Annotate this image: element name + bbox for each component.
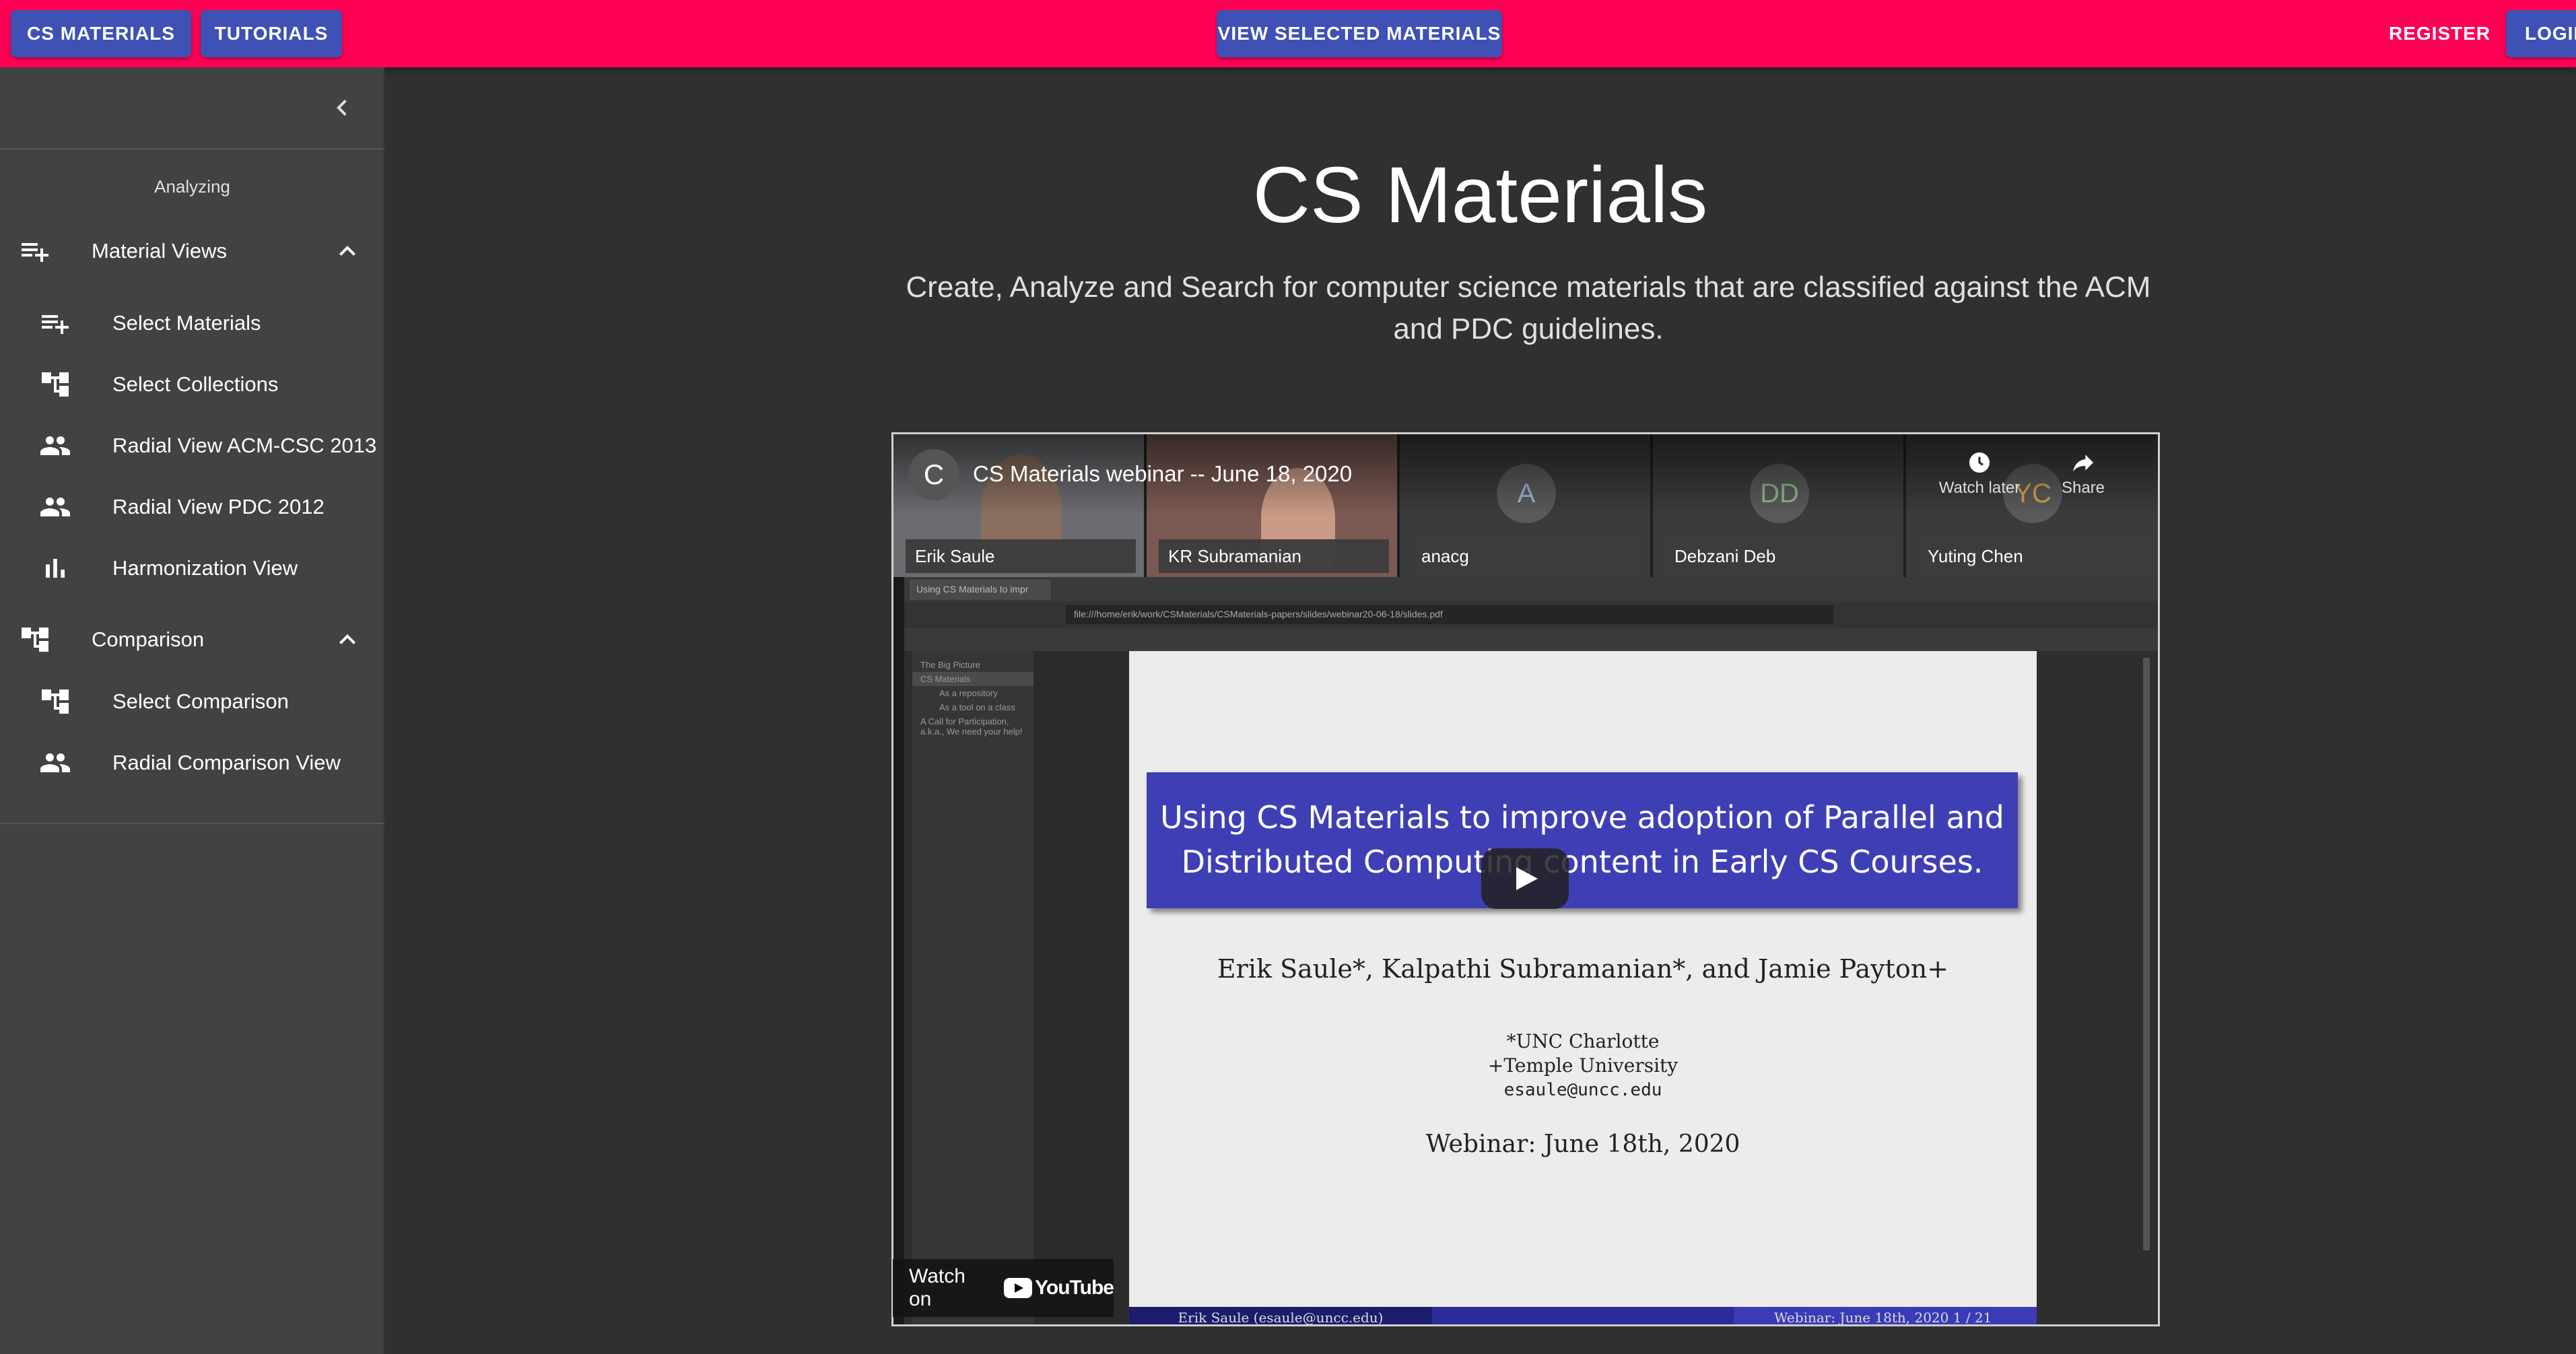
account-tree-icon [22,628,48,652]
login-button[interactable]: LOGIN [2506,10,2576,57]
share-arrow-icon [2073,454,2093,472]
register-button[interactable]: REGISTER [2389,10,2490,57]
youtube-wordmark: YouTube [1035,1277,1114,1299]
video-header: C CS Materials webinar -- June 18, 2020 … [893,434,2158,515]
slide-heading-line: Using CS Materials to improve adoption o… [1160,799,2004,836]
sidebar-group-material-views[interactable]: Material Views [0,224,384,278]
participant-name: anacg [1412,539,1642,573]
youtube-logo: YouTube [1004,1277,1114,1299]
video-frame-browser: Using CS Materials to impr file:///home/… [904,577,2158,1324]
participant-name: Yuting Chen [1918,539,2151,573]
account-tree-icon [42,689,69,714]
outline-item: As a repository [939,688,998,698]
sidebar-item-select-comparison[interactable]: Select Comparison [0,675,384,729]
playlist-add-icon [22,243,48,262]
slide-heading-line: Distributed Computing content in Early C… [1181,844,1984,880]
share-label: Share [2061,479,2105,497]
sidebar-item-label: Select Materials [112,311,261,335]
outline-item: CS Materials [912,672,1033,686]
sidebar-item-label: Radial Comparison View [112,751,341,774]
outline-item: The Big Picture [920,660,980,670]
video-title[interactable]: CS Materials webinar -- June 18, 2020 [973,461,1352,487]
sidebar-group-label: Comparison [92,628,205,651]
sidebar-item-label: Select Comparison [112,689,289,713]
sidebar-item-select-collections[interactable]: Select Collections [0,358,384,411]
sidebar-header [0,67,384,149]
affiliation: *UNC Charlotte [1506,1030,1660,1052]
outline-item: As a tool on a class [939,702,1015,712]
bar-chart-icon [46,559,65,578]
people-icon [40,498,70,516]
play-button-icon[interactable] [1481,848,1569,909]
sidebar-item-radial-view-pdc[interactable]: Radial View PDC 2012 [0,480,384,534]
section-title-analyzing: Analyzing [154,176,230,197]
pdf-outline: The Big Picture CS Materials As a reposi… [912,651,1033,1324]
watch-later-label: Watch later [1938,479,2021,497]
sidebar-item-harmonization-view[interactable]: Harmonization View [0,541,384,595]
pdf-toolbar [904,628,2158,651]
participant-name: Erik Saule [906,539,1136,573]
slide-footer-right: Webinar: June 18th, 2020 1 / 21 [1734,1307,2037,1324]
share-button[interactable]: Share [2039,449,2127,498]
browser-url: file:///home/erik/work/CSMaterials/CSMat… [1066,605,1833,624]
tutorials-button[interactable]: TUTORIALS [201,10,342,57]
chevron-left-icon[interactable] [326,92,358,124]
sidebar-item-label: Radial View ACM-CSC 2013 [112,434,377,457]
browser-tab: Using CS Materials to impr [910,580,1051,600]
sidebar-item-select-materials[interactable]: Select Materials [0,296,384,350]
sidebar-item-radial-comparison-view[interactable]: Radial Comparison View [0,736,384,790]
pdf-scrollbar[interactable] [2143,658,2150,1250]
watch-on-label: Watch on [909,1265,965,1310]
watch-later-button[interactable]: Watch later [1936,449,2023,498]
page-title: CS Materials [1252,151,1708,240]
sidebar-item-radial-view-acm[interactable]: Radial View ACM-CSC 2013 [0,419,384,473]
sidebar-item-label: Select Collections [112,372,279,396]
clock-icon [1969,452,1990,473]
slide-affiliations: *UNC Charlotte +Temple University esaule… [1129,1029,2037,1102]
people-icon [40,753,70,772]
cs-materials-button[interactable]: CS MATERIALS [11,10,191,57]
slide: Using CS Materials to improve adoption o… [1129,651,2037,1324]
slide-date: Webinar: June 18th, 2020 [1425,1130,1740,1158]
chevron-up-icon [339,634,355,644]
top-app-bar: CS MATERIALS TUTORIALS VIEW SELECTED MAT… [0,0,2576,67]
watch-on-youtube-button[interactable]: Watch on YouTube [893,1259,1114,1317]
browser-tab-bar: Using CS Materials to impr [904,577,2158,601]
sidebar-group-label: Material Views [92,239,228,263]
slide-heading: Using CS Materials to improve adoption o… [1147,772,2018,908]
sidebar-divider [0,823,384,824]
people-icon [40,436,70,455]
slide-footer-left: Erik Saule (esaule@uncc.edu) [1129,1307,1432,1324]
slide-authors: Erik Saule*, Kalpathi Subramanian*, and … [1217,954,1949,984]
sidebar-item-label: Radial View PDC 2012 [112,495,325,518]
outline-item: A Call for Participation, a.k.a., We nee… [920,716,1023,737]
participant-name: Debzani Deb [1665,539,1895,573]
sidebar: Analyzing Material Views Select Material… [0,67,384,1354]
account-tree-icon [42,372,69,397]
page-subtitle: Create, Analyze and Search for computer … [906,271,2151,345]
participant-name: KR Subramanian [1159,539,1389,573]
slide-footer: Erik Saule (esaule@uncc.edu) Webinar: Ju… [1129,1307,2037,1324]
channel-avatar[interactable]: C [908,449,959,500]
sidebar-group-comparison[interactable]: Comparison [0,613,384,667]
affiliation: +Temple University [1487,1054,1679,1077]
view-selected-materials-button[interactable]: VIEW SELECTED MATERIALS [1217,10,1502,57]
email: esaule@uncc.edu [1503,1080,1662,1100]
pdf-margin [1033,651,1128,1324]
sidebar-item-label: Harmonization View [112,556,298,580]
playlist-add-icon [42,315,69,334]
youtube-play-icon [1004,1278,1033,1298]
chevron-up-icon [339,246,355,256]
browser-url-bar: file:///home/erik/work/CSMaterials/CSMat… [904,601,2158,628]
